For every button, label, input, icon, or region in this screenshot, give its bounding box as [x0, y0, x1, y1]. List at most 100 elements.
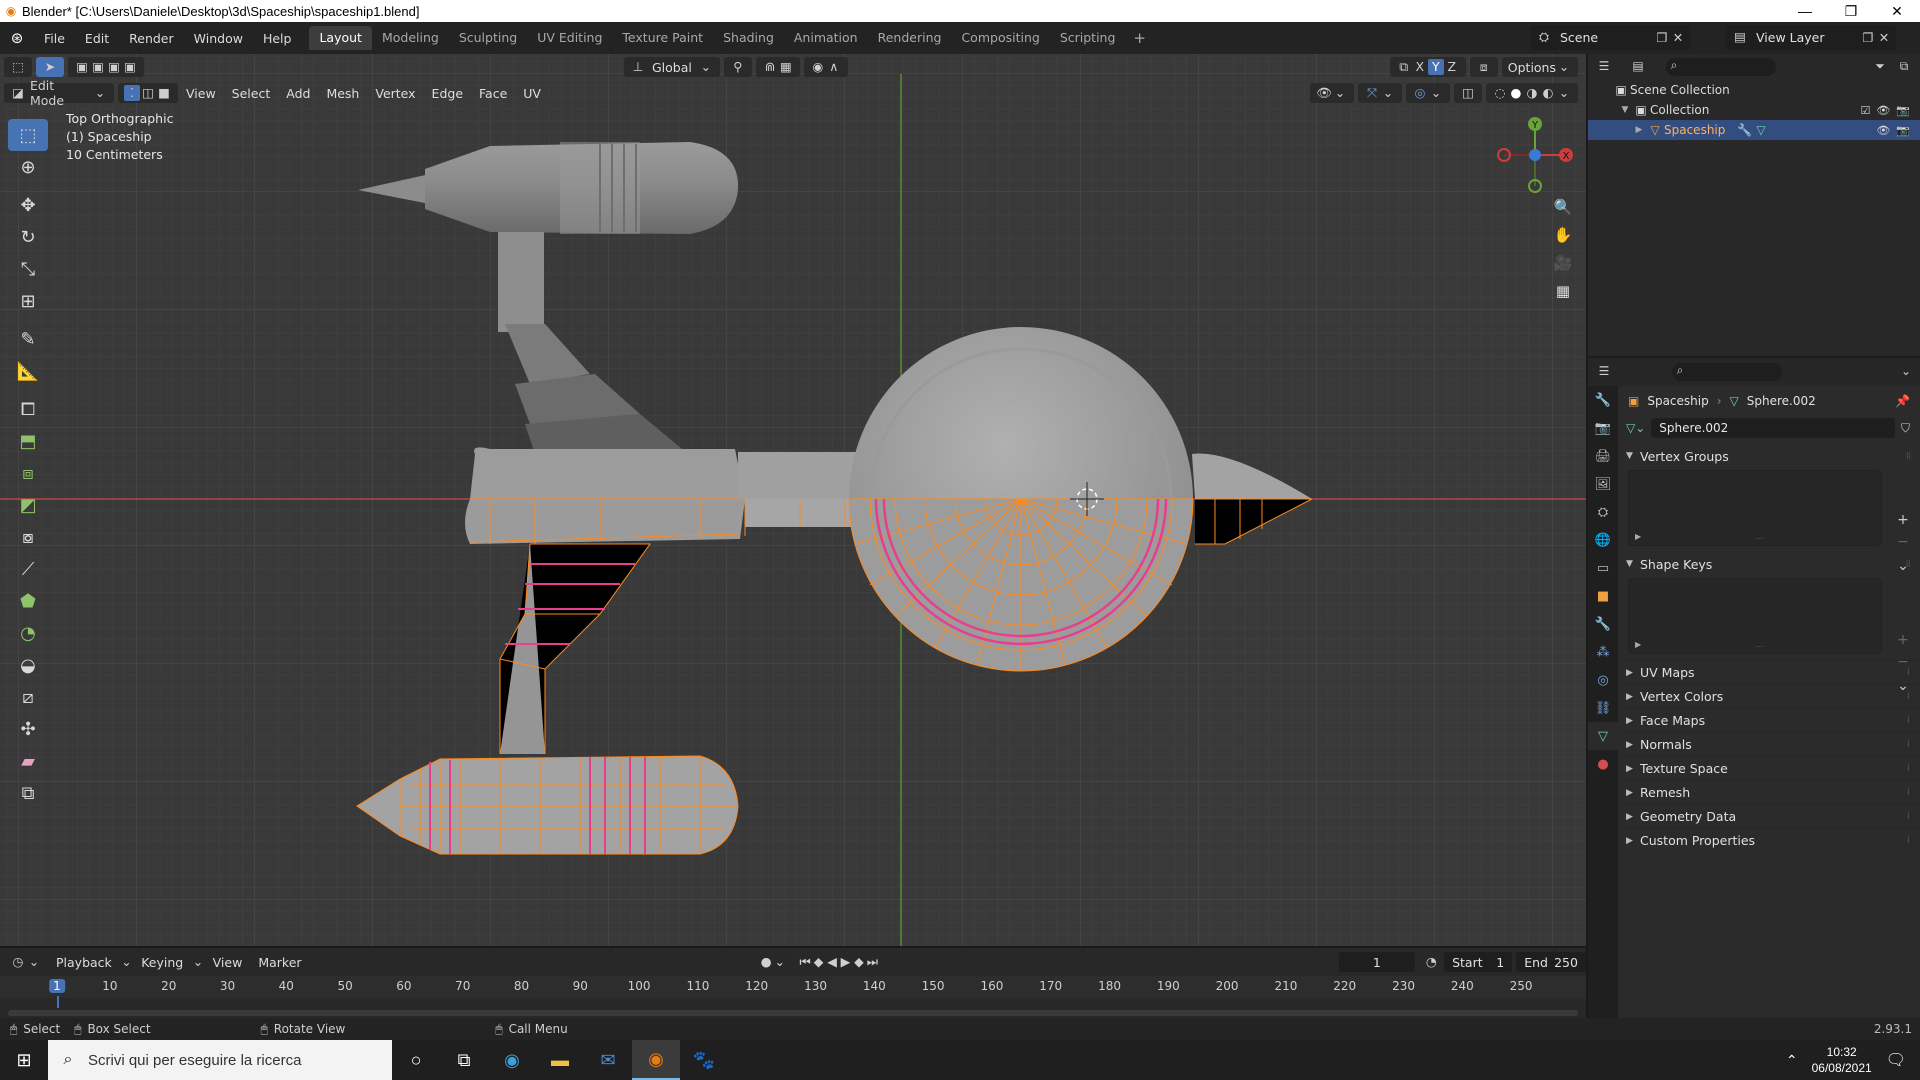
scale-tool[interactable]: ⤡ [8, 253, 48, 285]
extrude-tool[interactable]: ⬒ [8, 425, 48, 457]
menu-file[interactable]: File [34, 31, 75, 46]
tab-mesh-data[interactable]: ▽ [1588, 722, 1618, 750]
menu-edge[interactable]: Edge [424, 86, 471, 101]
menu-keying[interactable]: Keying [133, 955, 191, 970]
play-icon[interactable]: ▶ [839, 954, 852, 970]
spin-tool[interactable]: ◔ [8, 617, 48, 649]
gizmo-toggle[interactable]: ⤧ ⌄ [1358, 83, 1402, 103]
panel-texture-space[interactable]: ▶ Texture Space ⁞ [1618, 756, 1920, 780]
gimp-app[interactable]: 🐾 [680, 1040, 728, 1080]
drag-grip-icon[interactable]: ⁞ [1907, 811, 1910, 822]
selection-mode-buttons[interactable]: ▣ ▣ ▣ ▣ [68, 57, 144, 77]
cursor-tool[interactable]: ⊕ [8, 151, 48, 183]
drag-grip-icon[interactable]: ⁞ [1907, 787, 1910, 798]
current-frame-field[interactable]: 1 [1339, 952, 1415, 972]
remove-shape-key-button[interactable]: − [1894, 654, 1912, 670]
smooth-tool[interactable]: ◒ [8, 649, 48, 681]
prev-keyframe-icon[interactable]: ◆ [812, 954, 825, 970]
taskbar-search-box[interactable]: ⌕ Scrivi qui per eseguire la ricerca [48, 1040, 392, 1080]
delete-view-layer-icon[interactable]: ✕ [1876, 30, 1892, 46]
rip-tool[interactable]: ⧉ [8, 777, 48, 809]
menu-marker[interactable]: Marker [250, 955, 309, 970]
tab-modeling[interactable]: Modeling [372, 26, 449, 50]
tab-shading[interactable]: Shading [713, 26, 784, 50]
expand-toggle-icon[interactable]: ▼ [1618, 105, 1632, 115]
add-cube-tool[interactable]: ⧠ [8, 393, 48, 425]
snap-toggle[interactable]: ⋒ ▦ [755, 57, 800, 77]
view-layer-selector[interactable]: ▤ View Layer ❐ ✕ [1726, 25, 1896, 50]
panel-face-maps[interactable]: ▶ Face Maps ⁞ [1618, 708, 1920, 732]
panel-remesh[interactable]: ▶ Remesh ⁞ [1618, 780, 1920, 804]
blender-app[interactable]: ◉ [632, 1040, 680, 1080]
mirror-x-toggle[interactable]: X [1412, 59, 1428, 75]
tab-sculpting[interactable]: Sculpting [449, 26, 527, 50]
cortana-button[interactable]: ○ [392, 1040, 440, 1080]
outliner-search-input[interactable]: ⌕ [1666, 58, 1776, 76]
overlay-toggle[interactable]: ◎ ⌄ [1406, 83, 1450, 103]
panel-uv-maps[interactable]: ▶ UV Maps ⁞ [1618, 660, 1920, 684]
tab-world[interactable]: 🌐 [1588, 526, 1618, 554]
menu-mesh[interactable]: Mesh [318, 86, 367, 101]
camera-view-button[interactable]: 🎥 [1550, 250, 1576, 276]
tray-chevron-up-icon[interactable]: ⌃ [1786, 1052, 1798, 1069]
notifications-icon[interactable]: 🗨 [1886, 1050, 1906, 1070]
editor-type-icon[interactable]: ☰ [1596, 59, 1612, 75]
menu-playback[interactable]: Playback [48, 955, 120, 970]
tab-animation[interactable]: Animation [784, 26, 868, 50]
drag-grip-icon[interactable]: ⁞⁞ [1906, 451, 1911, 462]
move-tool[interactable]: ✥ [8, 189, 48, 221]
navigation-gizmo[interactable]: Y X [1490, 110, 1580, 200]
remove-vertex-group-button[interactable]: − [1894, 534, 1912, 550]
start-button[interactable]: ⊞ [0, 1040, 48, 1080]
jump-start-icon[interactable]: ⏮ [798, 954, 811, 970]
tab-compositing[interactable]: Compositing [951, 26, 1049, 50]
shape-keys-list[interactable]: ▶ ⋯ [1628, 578, 1882, 654]
file-explorer-app[interactable]: ▬ [536, 1040, 584, 1080]
timeline-ruler[interactable]: 1 10 20 30 40 50 60 70 80 90 100 110 120 130 140 150 160… [0, 976, 1586, 1008]
minimize-button[interactable]: — [1782, 3, 1828, 20]
shear-tool[interactable]: ▰ [8, 745, 48, 777]
scene-selector[interactable]: ⛭ Scene ❐ ✕ [1530, 25, 1690, 50]
scene-canvas[interactable] [0, 54, 1586, 946]
drag-grip-icon[interactable]: ⁞ [1907, 715, 1910, 726]
options-dropdown[interactable]: Options ⌄ [1501, 57, 1578, 77]
editor-type-button[interactable]: ◷ ⌄ [4, 952, 48, 972]
orientation-dropdown[interactable]: ⊥ Global ⌄ [624, 57, 720, 77]
menu-uv[interactable]: UV [515, 86, 549, 101]
3d-viewport[interactable]: ⬚ ➤ ▣ ▣ ▣ ▣ ⊥ Global ⌄ ⚲ ⋒ ▦ ◉ ∧ ⧉ X Y Z ⧈ Op… [0, 54, 1586, 946]
select-invert-icon[interactable]: ▣ [122, 59, 138, 75]
end-frame-field[interactable]: End 250 [1516, 952, 1586, 972]
menu-help[interactable]: Help [253, 31, 302, 46]
menu-add[interactable]: Add [278, 86, 318, 101]
poly-build-tool[interactable]: ⬟ [8, 585, 48, 617]
tab-scene[interactable]: ⛭ [1588, 498, 1618, 526]
knife-tool[interactable]: ⟋ [8, 553, 48, 585]
eye-icon[interactable]: 👁 [1876, 124, 1890, 137]
chevron-down-icon[interactable]: ⌄ [1898, 364, 1914, 380]
tab-texture-paint[interactable]: Texture Paint [612, 26, 713, 50]
tab-physics[interactable]: ◎ [1588, 666, 1618, 694]
select-new-icon[interactable]: ▣ [74, 59, 90, 75]
add-workspace-button[interactable]: + [1125, 29, 1154, 47]
drag-grip-icon[interactable]: ⁞ [1907, 835, 1910, 846]
menu-edit[interactable]: Edit [75, 31, 119, 46]
new-scene-icon[interactable]: ❐ [1654, 30, 1670, 46]
tab-object[interactable]: ■ [1588, 582, 1618, 610]
tab-particles[interactable]: ⁂ [1588, 638, 1618, 666]
pivot-dropdown[interactable]: ⚲ [723, 57, 752, 77]
mesh-select-mode[interactable]: ⁚ ◫ ■ [118, 83, 178, 103]
display-mode-icon[interactable]: ▤ [1630, 59, 1646, 75]
menu-select[interactable]: Select [224, 86, 279, 101]
annotate-tool[interactable]: ✎ [8, 323, 48, 355]
taskbar-clock[interactable]: 10:32 06/08/2021 [1812, 1044, 1872, 1076]
playhead-line[interactable] [57, 996, 59, 1008]
loop-cut-tool[interactable]: ⧇ [8, 521, 48, 553]
list-expand-icon[interactable]: ▶ [1635, 532, 1641, 541]
jump-end-icon[interactable]: ⏭ [866, 954, 879, 970]
zoom-button[interactable]: 🔍 [1550, 194, 1576, 220]
tab-render[interactable]: 📷 [1588, 414, 1618, 442]
checkbox-icon[interactable]: ☑ [1860, 104, 1870, 117]
transform-tool[interactable]: ⊞ [8, 285, 48, 317]
gizmo-z-axis[interactable] [1529, 149, 1541, 161]
eye-icon[interactable]: 👁 [1876, 104, 1890, 117]
